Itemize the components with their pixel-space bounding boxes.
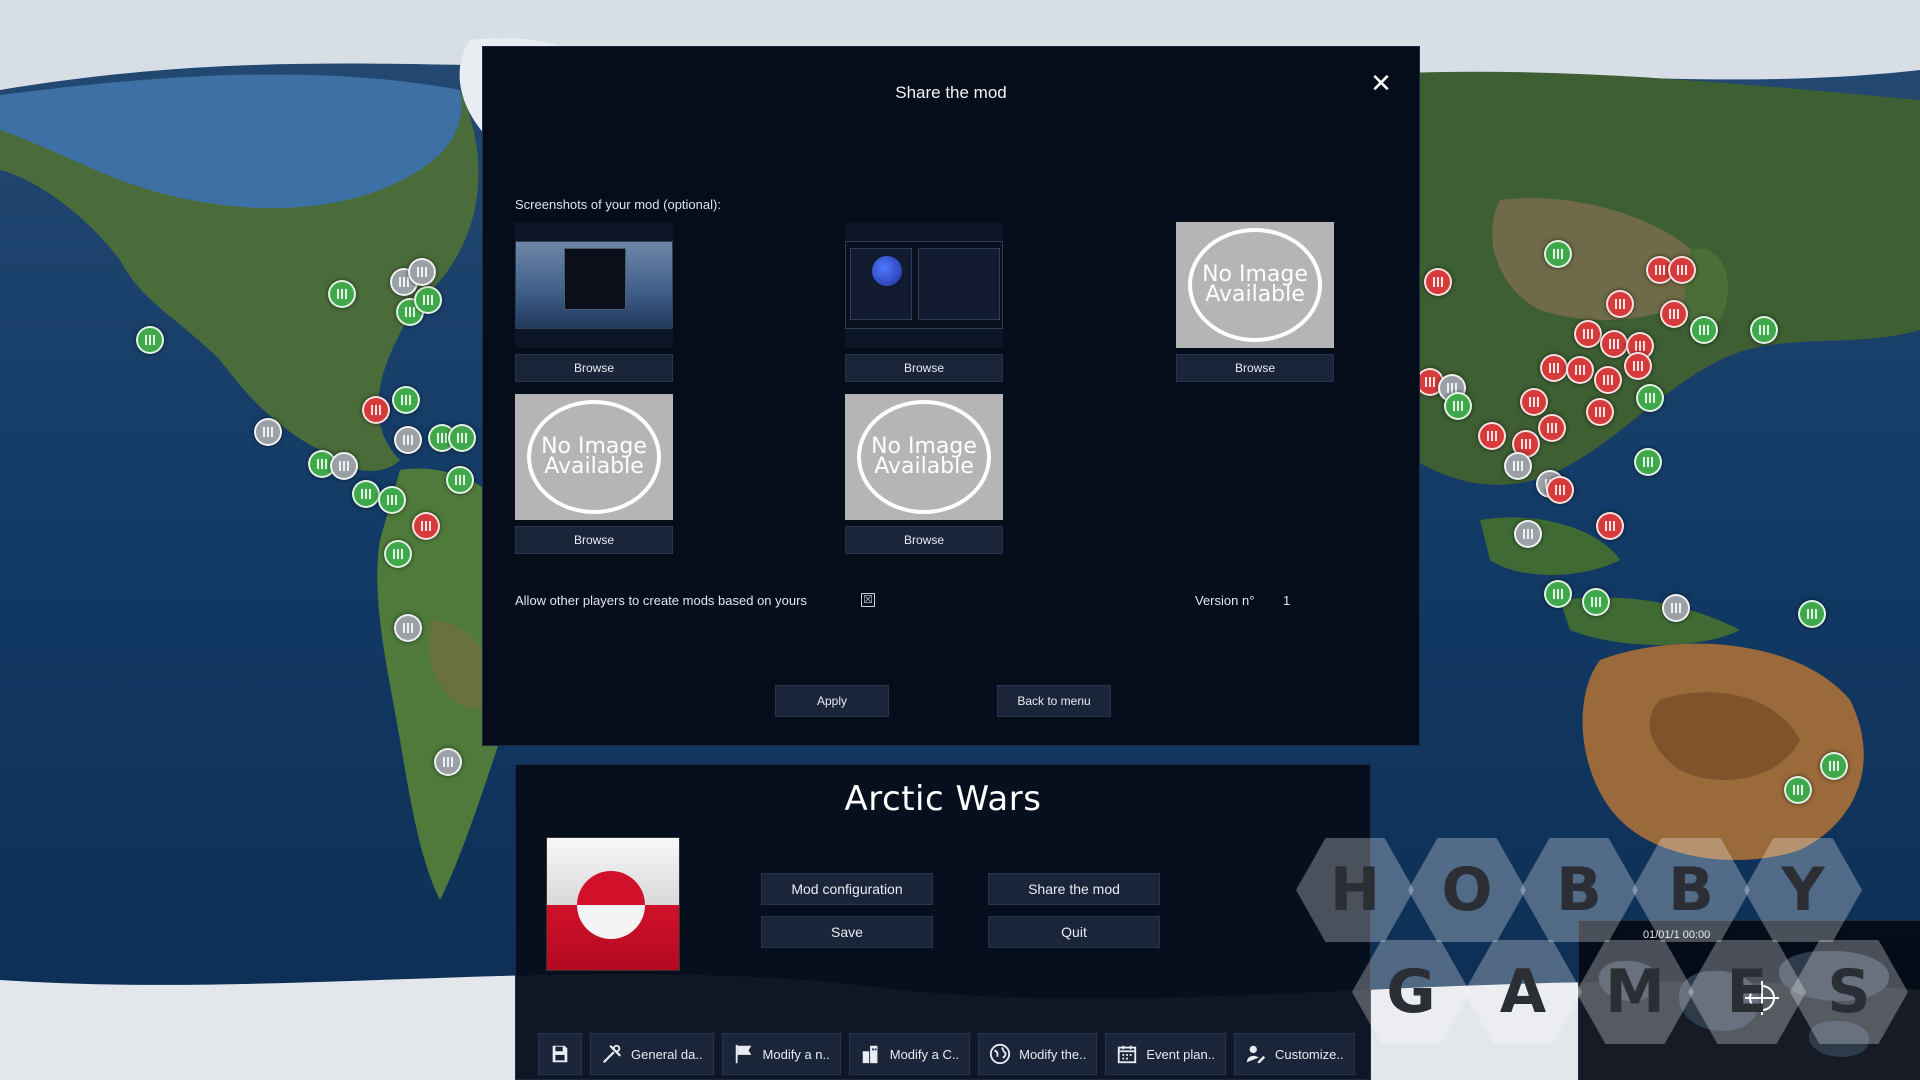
city-marker[interactable] — [446, 466, 474, 494]
city-marker[interactable] — [384, 540, 412, 568]
browse-button[interactable]: Browse — [515, 354, 673, 382]
city-marker[interactable] — [434, 748, 462, 776]
back-to-menu-button[interactable]: Back to menu — [997, 685, 1111, 717]
city-marker[interactable] — [136, 326, 164, 354]
no-image-placeholder: No Image Available — [1176, 222, 1334, 348]
no-image-placeholder: No Image Available — [515, 394, 673, 520]
city-marker[interactable] — [1636, 384, 1664, 412]
city-marker[interactable] — [392, 386, 420, 414]
mod-title: Arctic Wars — [844, 779, 1042, 819]
screenshot-slot-2: Browse — [845, 222, 1003, 382]
tools-icon — [602, 1044, 622, 1064]
city-marker[interactable] — [1600, 330, 1628, 358]
toolbar-modify-city[interactable]: Modify a C.. — [848, 1033, 971, 1075]
city-marker[interactable] — [328, 280, 356, 308]
screenshots-label: Screenshots of your mod (optional): — [515, 197, 721, 212]
city-marker[interactable] — [1424, 268, 1452, 296]
city-marker[interactable] — [1544, 580, 1572, 608]
browse-button[interactable]: Browse — [845, 354, 1003, 382]
floppy-disk-icon — [552, 1045, 568, 1063]
browse-button[interactable]: Browse — [515, 526, 673, 554]
city-marker[interactable] — [1690, 316, 1718, 344]
save-button[interactable]: Save — [761, 916, 933, 948]
toolbar-modify-nation[interactable]: Modify a n.. — [721, 1033, 841, 1075]
globe-icon — [990, 1043, 1011, 1065]
version-input[interactable]: 1 — [1283, 593, 1313, 608]
buildings-icon — [862, 1045, 878, 1064]
screenshot-thumbnail — [845, 222, 1003, 348]
city-marker[interactable] — [1606, 290, 1634, 318]
city-marker[interactable] — [394, 426, 422, 454]
city-marker[interactable] — [1594, 366, 1622, 394]
close-icon[interactable]: ✕ — [1367, 69, 1395, 97]
city-marker[interactable] — [1546, 476, 1574, 504]
city-marker[interactable] — [1634, 448, 1662, 476]
city-marker[interactable] — [330, 452, 358, 480]
browse-button[interactable]: Browse — [1176, 354, 1334, 382]
mod-configuration-button[interactable]: Mod configuration — [761, 873, 933, 905]
city-marker[interactable] — [254, 418, 282, 446]
city-marker[interactable] — [1444, 392, 1472, 420]
flag-icon — [735, 1044, 751, 1064]
city-marker[interactable] — [1582, 588, 1610, 616]
city-marker[interactable] — [1784, 776, 1812, 804]
share-mod-dialog: Share the mod ✕ Screenshots of your mod … — [482, 46, 1420, 746]
city-marker[interactable] — [1574, 320, 1602, 348]
city-marker[interactable] — [1504, 452, 1532, 480]
city-marker[interactable] — [1662, 594, 1690, 622]
city-marker[interactable] — [378, 486, 406, 514]
city-marker[interactable] — [1540, 354, 1568, 382]
user-edit-icon — [1246, 1045, 1266, 1064]
quit-button[interactable]: Quit — [988, 916, 1160, 948]
city-marker[interactable] — [1750, 316, 1778, 344]
city-marker[interactable] — [1566, 356, 1594, 384]
screenshot-slot-1: Browse — [515, 222, 673, 382]
toolbar-modify-world[interactable]: Modify the.. — [978, 1033, 1098, 1075]
toolbar-general-data[interactable]: General da.. — [590, 1033, 714, 1075]
city-marker[interactable] — [1624, 352, 1652, 380]
city-marker[interactable] — [1596, 512, 1624, 540]
dialog-title: Share the mod — [895, 83, 1007, 102]
city-marker[interactable] — [414, 286, 442, 314]
city-marker[interactable] — [1820, 752, 1848, 780]
version-label: Version n° — [1195, 593, 1255, 608]
city-marker[interactable] — [1798, 600, 1826, 628]
screenshot-thumbnail — [515, 222, 673, 348]
save-disk-button[interactable] — [538, 1033, 582, 1075]
city-marker[interactable] — [352, 480, 380, 508]
city-marker[interactable] — [1478, 422, 1506, 450]
city-marker[interactable] — [1538, 414, 1566, 442]
screenshot-slot-5: No Image Available Browse — [845, 394, 1003, 554]
hobby-games-watermark: H O B B Y G A M E S — [1296, 838, 1908, 1080]
no-image-placeholder: No Image Available — [845, 394, 1003, 520]
city-marker[interactable] — [1660, 300, 1688, 328]
city-marker[interactable] — [1544, 240, 1572, 268]
apply-button[interactable]: Apply — [775, 685, 889, 717]
city-marker[interactable] — [362, 396, 390, 424]
city-marker[interactable] — [1514, 520, 1542, 548]
mod-panel: Arctic Wars Mod configuration Share the … — [515, 764, 1371, 1080]
city-marker[interactable] — [394, 614, 422, 642]
screenshot-slot-4: No Image Available Browse — [515, 394, 673, 554]
allow-derivatives-label: Allow other players to create mods based… — [515, 593, 807, 608]
city-marker[interactable] — [1668, 256, 1696, 284]
calendar-icon — [1118, 1045, 1137, 1064]
mod-flag[interactable] — [546, 837, 680, 971]
editor-toolbar: General da.. Modify a n.. Modify a C.. M… — [538, 1033, 1355, 1075]
city-marker[interactable] — [1586, 398, 1614, 426]
city-marker[interactable] — [412, 512, 440, 540]
browse-button[interactable]: Browse — [845, 526, 1003, 554]
city-marker[interactable] — [408, 258, 436, 286]
allow-derivatives-checkbox[interactable]: ☒ — [861, 593, 875, 607]
screenshot-slot-3: No Image Available Browse — [1176, 222, 1334, 382]
share-the-mod-button[interactable]: Share the mod — [988, 873, 1160, 905]
toolbar-event-planner[interactable]: Event plan.. — [1105, 1033, 1226, 1075]
city-marker[interactable] — [1520, 388, 1548, 416]
city-marker[interactable] — [448, 424, 476, 452]
